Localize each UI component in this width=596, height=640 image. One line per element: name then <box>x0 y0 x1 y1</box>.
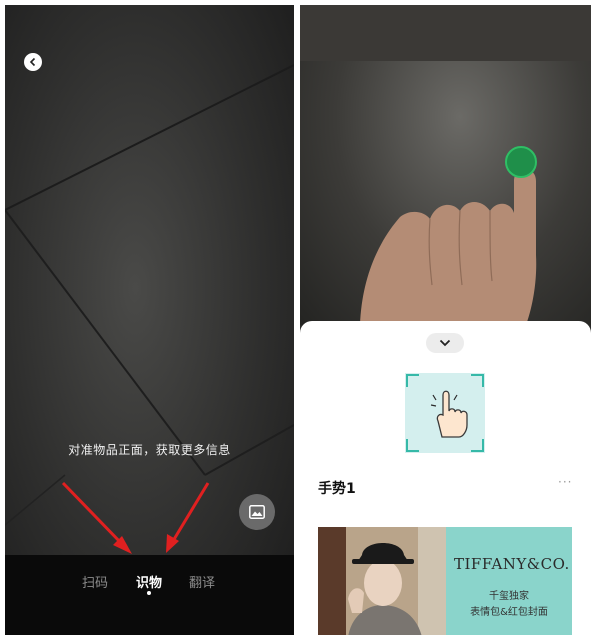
chevron-left-icon <box>29 57 36 67</box>
gesture-preview <box>405 373 485 453</box>
active-mode-indicator <box>147 591 151 595</box>
collapse-sheet-button[interactable] <box>426 333 464 353</box>
mode-bar: 扫码 识物 翻译 <box>5 555 294 635</box>
mode-tab-scan-code[interactable]: 扫码 <box>82 572 108 591</box>
gesture-screen: 手势1 ··· TIFFANY&CO. 千玺独家 表情包&红包封面 <box>300 5 591 635</box>
banner-brand: TIFFANY&CO. <box>454 555 570 573</box>
back-button[interactable] <box>24 53 42 71</box>
image-icon <box>249 505 265 519</box>
result-sheet: 手势1 ··· TIFFANY&CO. 千玺独家 表情包&红包封面 <box>300 321 591 635</box>
mode-tab-translate[interactable]: 翻译 <box>189 572 215 591</box>
ad-banner[interactable]: TIFFANY&CO. 千玺独家 表情包&红包封面 <box>318 527 572 635</box>
scan-hint-text: 对准物品正面，获取更多信息 <box>68 443 231 457</box>
gallery-button[interactable] <box>239 494 275 530</box>
mode-tab-identify-object[interactable]: 识物 <box>136 572 162 591</box>
banner-photo <box>318 527 446 635</box>
more-options-button[interactable]: ··· <box>558 475 572 489</box>
scan-screen: 对准物品正面，获取更多信息 扫码 识物 翻译 <box>5 5 294 635</box>
banner-line-1: 千玺独家 <box>489 591 529 602</box>
camera-preview-hand <box>300 5 591 325</box>
chevron-down-icon <box>439 339 451 347</box>
banner-line-2: 表情包&红包封面 <box>470 607 548 618</box>
camera-preview <box>5 64 294 526</box>
hand-photo <box>360 146 537 325</box>
gesture-title: 手势1 <box>318 481 356 497</box>
pointing-hand-icon <box>406 374 484 452</box>
